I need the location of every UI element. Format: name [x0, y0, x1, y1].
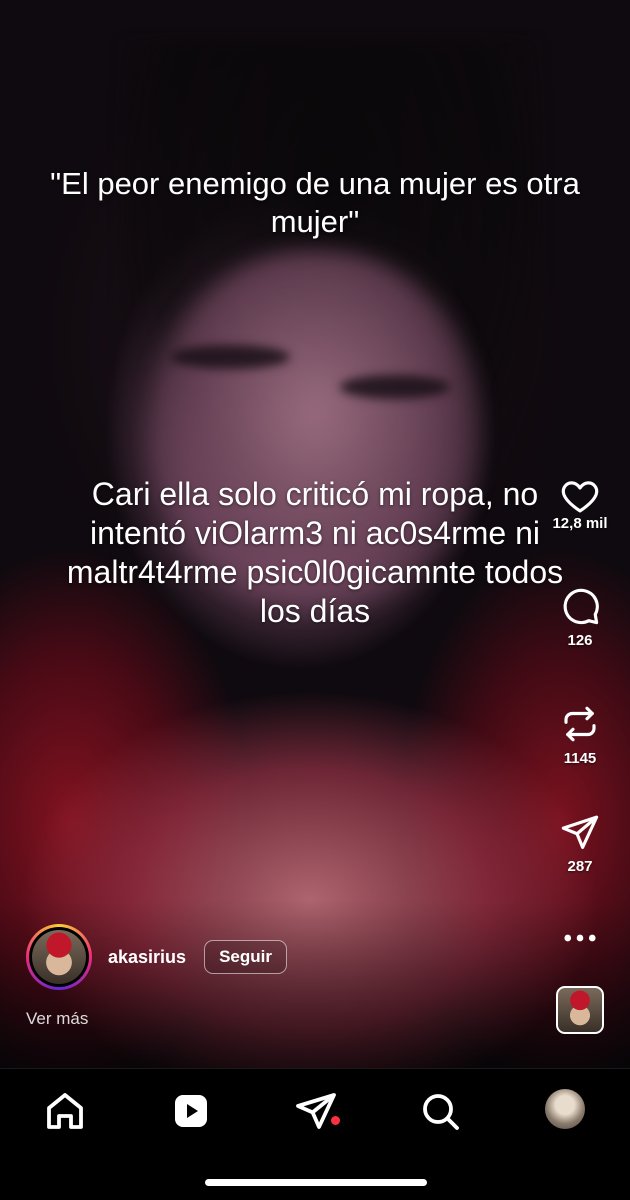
- see-more-link[interactable]: Ver más: [26, 1009, 88, 1029]
- nav-direct[interactable]: [292, 1087, 340, 1135]
- comment-bubble-icon[interactable]: [559, 585, 601, 627]
- search-icon: [423, 1094, 459, 1130]
- repost-action[interactable]: 1145: [530, 703, 630, 767]
- nav-profile-avatar[interactable]: [545, 1089, 585, 1129]
- reels-icon: [175, 1095, 207, 1127]
- video-subject-eye-right: [340, 375, 450, 399]
- audio-thumbnail[interactable]: [556, 986, 604, 1034]
- direct-message-icon: [296, 1093, 336, 1129]
- video-subject-eye-left: [170, 345, 290, 369]
- like-count: 12,8 mil: [552, 515, 608, 532]
- author-avatar-image: [32, 930, 86, 984]
- author-username[interactable]: akasirius: [108, 947, 186, 968]
- comment-action[interactable]: 126: [530, 585, 630, 649]
- notification-dot: [331, 1116, 340, 1125]
- author-row: akasirius Seguir: [26, 924, 287, 990]
- more-options-action[interactable]: [530, 923, 630, 953]
- repost-count: 1145: [563, 750, 597, 767]
- author-avatar[interactable]: [26, 924, 92, 990]
- share-count: 287: [567, 858, 593, 875]
- like-action[interactable]: 12,8 mil: [530, 475, 630, 532]
- caption-top: "El peor enemigo de una mujer es otra mu…: [50, 166, 580, 239]
- repost-icon[interactable]: [559, 703, 601, 745]
- nav-search[interactable]: [416, 1087, 464, 1135]
- home-icon: [47, 1093, 83, 1129]
- follow-button[interactable]: Seguir: [204, 940, 287, 974]
- nav-reels[interactable]: [167, 1087, 215, 1135]
- share-action[interactable]: 287: [530, 811, 630, 875]
- home-indicator: [205, 1179, 427, 1186]
- paper-plane-icon[interactable]: [559, 811, 601, 853]
- heart-icon[interactable]: [559, 475, 601, 517]
- more-dots-icon[interactable]: [559, 923, 601, 953]
- nav-home[interactable]: [41, 1087, 89, 1135]
- comment-count: 126: [567, 632, 593, 649]
